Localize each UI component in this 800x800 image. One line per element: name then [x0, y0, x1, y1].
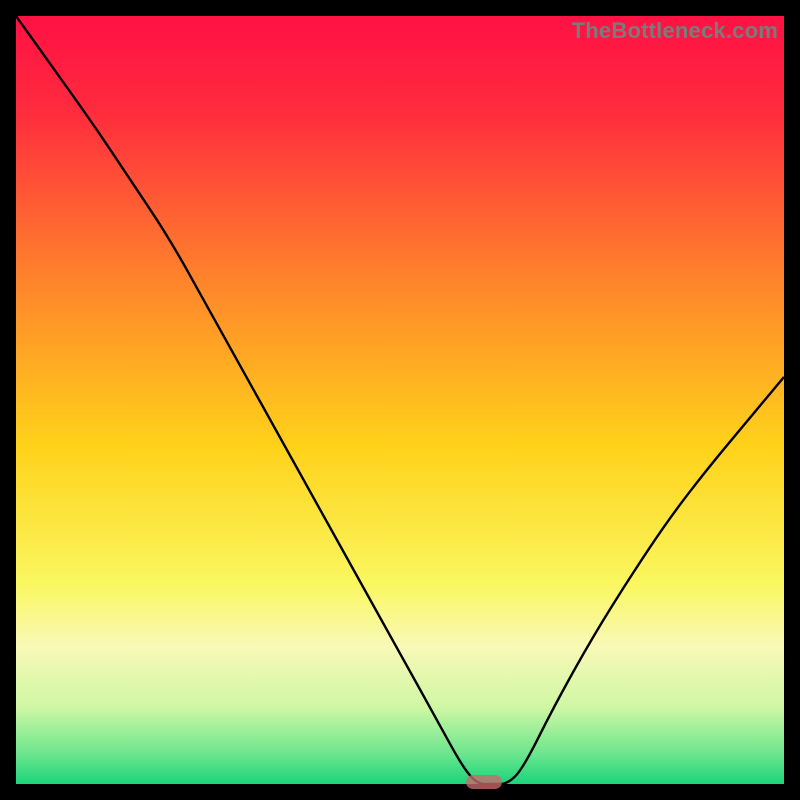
- gradient-background: [16, 16, 784, 784]
- optimal-marker: [466, 775, 502, 789]
- bottleneck-chart: [16, 16, 784, 784]
- chart-frame: TheBottleneck.com: [16, 16, 784, 784]
- watermark-text: TheBottleneck.com: [572, 18, 778, 44]
